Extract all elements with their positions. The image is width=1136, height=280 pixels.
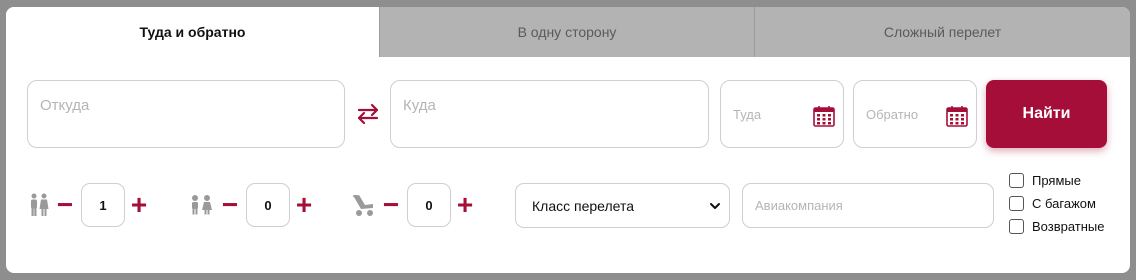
- infants-count[interactable]: 0: [407, 183, 451, 227]
- tab-one-way[interactable]: В одну сторону: [379, 7, 754, 57]
- airline-input[interactable]: Авиакомпания: [742, 183, 994, 228]
- adults-plus-button[interactable]: +: [130, 191, 148, 219]
- children-plus-button[interactable]: +: [295, 191, 313, 219]
- children-icon: [192, 195, 212, 215]
- return-date-placeholder: Обратно: [866, 106, 919, 122]
- search-button[interactable]: Найти: [986, 80, 1107, 148]
- airline-placeholder: Авиакомпания: [755, 198, 843, 213]
- adults-count[interactable]: 1: [81, 183, 125, 227]
- flight-class-select[interactable]: Класс перелета: [515, 183, 730, 228]
- to-placeholder: Куда: [403, 97, 436, 114]
- filter-direct[interactable]: Прямые: [1009, 173, 1081, 188]
- infant-stroller-icon: [353, 195, 373, 216]
- departure-date-placeholder: Туда: [733, 106, 762, 122]
- filter-direct-label: Прямые: [1032, 173, 1081, 188]
- checkbox-baggage[interactable]: [1009, 196, 1024, 211]
- from-placeholder: Откуда: [40, 97, 90, 114]
- adults-minus-button[interactable]: −: [56, 191, 74, 219]
- to-field[interactable]: Куда: [390, 80, 709, 148]
- filter-baggage-label: С багажом: [1032, 196, 1096, 211]
- filter-baggage[interactable]: С багажом: [1009, 196, 1096, 211]
- children-count[interactable]: 0: [246, 183, 290, 227]
- flight-search-panel: Туда и обратно В одну сторону Сложный пе…: [6, 7, 1130, 273]
- tab-multi-city[interactable]: Сложный перелет: [754, 7, 1130, 57]
- flight-class-value: Класс перелета: [532, 197, 635, 214]
- trip-type-tabs: Туда и обратно В одну сторону Сложный пе…: [6, 7, 1130, 57]
- checkbox-direct[interactable]: [1009, 173, 1024, 188]
- adults-icon: [31, 193, 49, 216]
- from-field[interactable]: Откуда: [27, 80, 345, 148]
- departure-date-field[interactable]: Туда: [720, 80, 844, 148]
- calendar-icon[interactable]: [813, 105, 835, 127]
- filter-refundable-label: Возвратные: [1032, 219, 1105, 234]
- chevron-down-icon: [710, 203, 720, 209]
- tab-round-trip[interactable]: Туда и обратно: [6, 7, 379, 57]
- children-minus-button[interactable]: −: [221, 191, 239, 219]
- calendar-icon[interactable]: [946, 105, 968, 127]
- infants-minus-button[interactable]: −: [382, 191, 400, 219]
- infants-plus-button[interactable]: +: [456, 191, 474, 219]
- filter-refundable[interactable]: Возвратные: [1009, 219, 1105, 234]
- return-date-field[interactable]: Обратно: [853, 80, 977, 148]
- checkbox-refundable[interactable]: [1009, 219, 1024, 234]
- swap-arrows-icon[interactable]: [353, 99, 383, 129]
